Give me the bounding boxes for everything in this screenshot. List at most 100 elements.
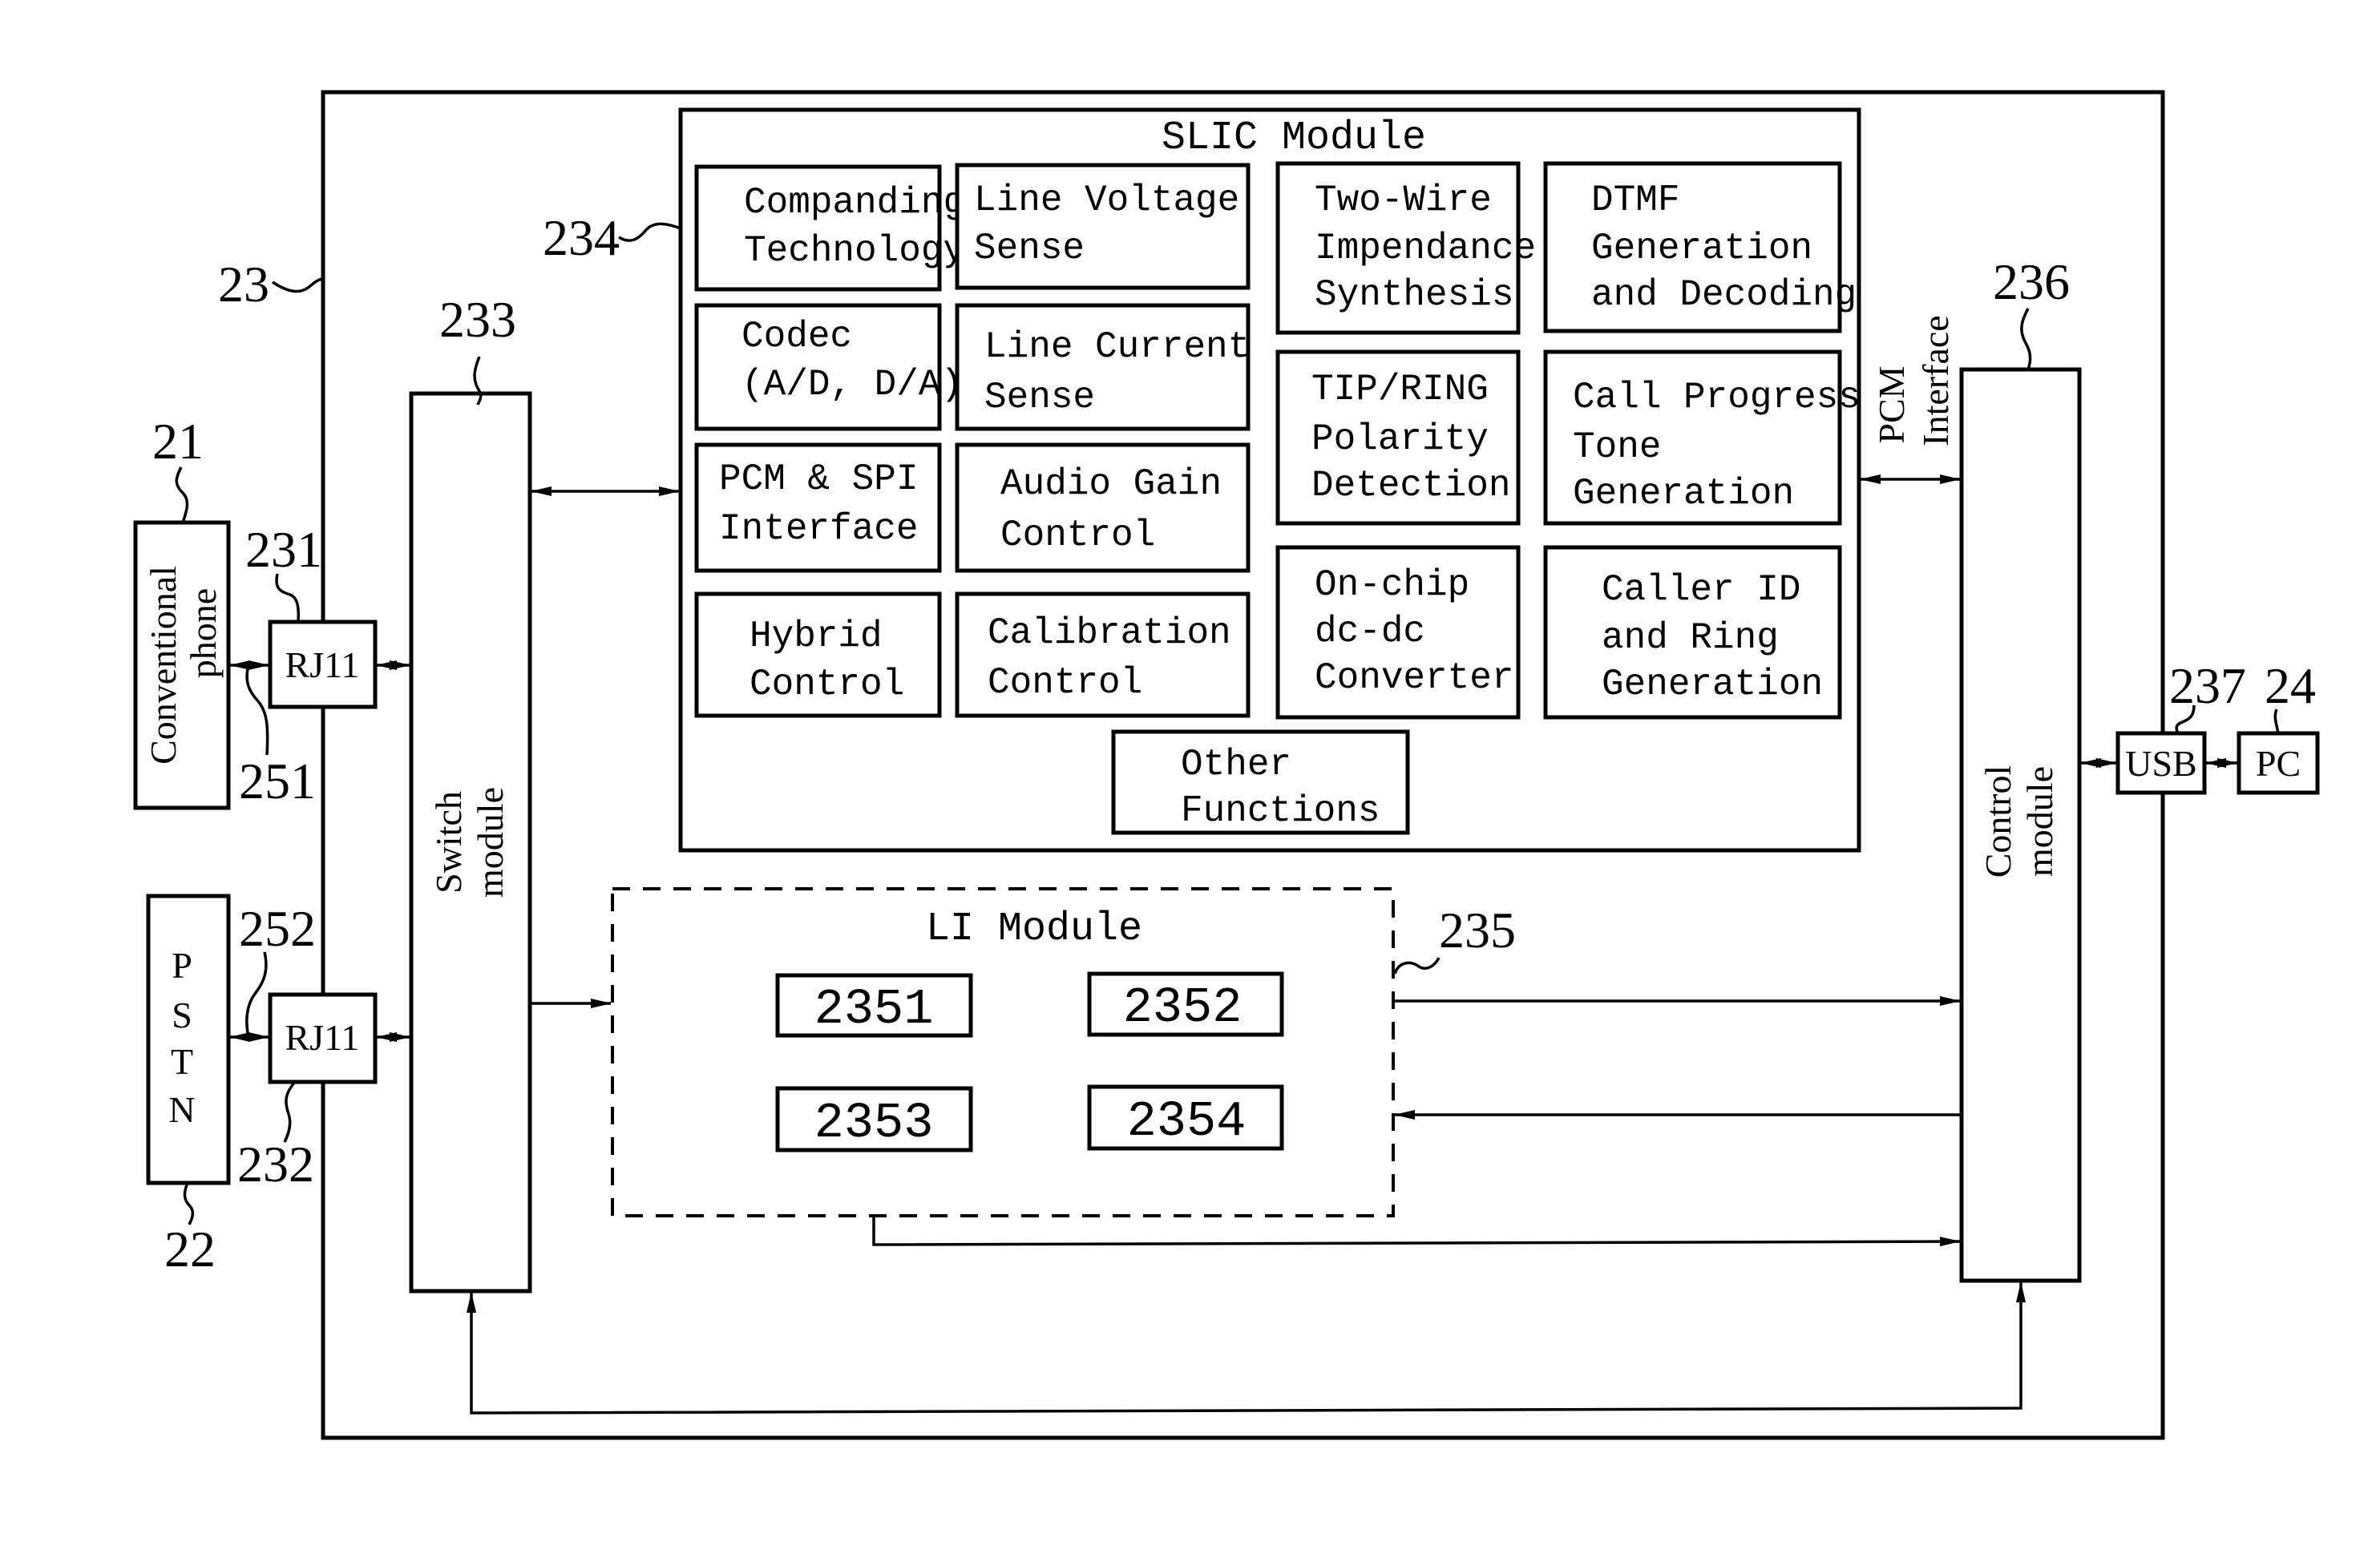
device-ref-label: 23 [218,256,269,313]
slic-function-label-line: Two-Wire [1315,180,1492,221]
slic-function-two-wire: Two-Wire Impendance Synthesis [1275,161,1536,335]
slic-function-label-line: PCM & SPI [719,458,918,500]
slic-function-label-line: Calibration [988,612,1231,654]
slic-function-label-line: Impendance [1315,228,1536,269]
svg-text:Switch: Switch [428,791,469,894]
pstn-ref-leader [183,1182,195,1225]
li-unit-2352-label: 2352 [1123,979,1243,1036]
li-unit-2351-label: 2351 [814,981,934,1038]
svg-text:module: module [470,787,511,898]
slic-function-label-line: Sense [974,228,1085,269]
slic-function-label-line: On-chip [1315,564,1469,606]
slic-function-label-line: Control [1000,515,1155,556]
rj11-top-label: RJ11 [285,644,360,685]
rj11-top-ref-leader [275,573,301,623]
rj11-bottom-label: RJ11 [285,1017,360,1058]
switch-module-label: Switch module [428,787,511,898]
pstn-letter-s: S [172,995,192,1035]
slic-function-label-line: Call Progress [1573,377,1861,418]
slic-function-label-line: TIP/RING [1311,369,1489,410]
slic-function-label-line: Line Current [984,326,1250,368]
slic-function-audio-gain: Audio Gain Control [955,442,1251,573]
pstn-ref-label: 22 [164,1221,216,1277]
slic-function-label-line: and Decoding [1591,274,1857,316]
rj11-bottom-ref-label: 232 [237,1136,314,1193]
slic-function-label-line: (A/D, D/A) [741,364,963,406]
control-ref-leader [2020,308,2032,370]
slic-function-label-line: Audio Gain [1000,463,1222,505]
slic-function-label-line: dc-dc [1315,611,1425,652]
slic-function-label-line: Converter [1315,657,1513,699]
slic-function-label-line: Polarity [1311,418,1489,460]
control-switch-return-line [467,1281,2026,1415]
slic-function-line-voltage: Line Voltage Sense [955,163,1251,290]
svg-text:Interface: Interface [1915,315,1956,446]
line-bottom-ref-leader [245,951,268,1038]
pc-label: PC [2256,743,2301,784]
svg-text:phone: phone [183,588,224,678]
slic-function-dc-dc: On-chip dc-dc Converter [1275,545,1521,720]
slic-function-companding: Companding Technology [694,164,965,292]
slic-function-label-line: Line Voltage [974,180,1239,221]
control-module-label: Control module [1978,765,2060,878]
slic-function-other: Other Functions [1111,729,1410,835]
svg-text:Control: Control [1978,765,2018,878]
slic-function-label-line: Control [750,664,904,705]
li-ref-leader [1393,957,1441,975]
slic-function-label-line: Companding [744,182,965,224]
line-top-ref-label: 251 [239,753,316,809]
slic-function-label-line: Generation [1573,473,1794,515]
rj11-bottom-ref-leader [283,1080,297,1143]
rj11-top-ref-label: 231 [245,521,322,578]
svg-text:Conventional: Conventional [143,566,184,765]
pstn [146,894,231,1185]
slic-function-calibration: Calibration Control [955,591,1251,718]
slic-function-label-line: Sense [984,377,1095,418]
usb-label: USB [2125,743,2196,784]
slic-module-title: SLIC Module [1162,115,1426,161]
slic-function-label-line: Synthesis [1315,274,1513,316]
slic-function-tip-ring: TIP/RING Polarity Detection [1275,349,1521,526]
pc-ref-label: 24 [2265,657,2316,714]
slic-ref-leader [618,222,681,242]
slic-function-label-line: DTMF [1591,180,1679,221]
li-unit-2354-label: 2354 [1127,1093,1247,1150]
switch-ref-label: 233 [439,291,516,348]
slic-function-pcm-spi: PCM & SPI Interface [694,442,942,573]
slic-function-label-line: Technology [744,230,965,272]
svg-text:module: module [2019,766,2060,877]
slic-function-label-line: Interface [719,508,918,550]
slic-function-label-line: Caller ID [1602,569,1800,611]
li-module-title: LI Module [926,906,1142,952]
line-top-ref-leader [245,664,269,756]
slic-function-hybrid: Hybrid Control [694,591,942,718]
li-ref-label: 235 [1439,902,1516,959]
slic-function-label-line: Codec [741,316,852,357]
slic-function-label-line: Generation [1591,228,1812,269]
control-ref-label: 236 [1993,253,2070,310]
slic-function-label-line: Control [988,662,1142,704]
slic-function-label-line: Functions [1181,790,1380,832]
slic-function-label-line: Other [1181,744,1291,785]
line-bottom-ref-label: 252 [239,900,316,957]
slic-function-label-line: Detection [1311,465,1510,507]
slic-function-codec: Codec (A/D, D/A) [694,303,963,431]
usb-ref-label: 237 [2169,657,2246,714]
slic-function-label-line: Generation [1602,664,1823,705]
li-unit-2353-label: 2353 [814,1095,934,1152]
slic-function-dtmf: DTMF Generation and Decoding [1543,161,1857,333]
slic-function-call-progress: Call Progress Tone Generation [1543,349,1861,526]
phone-ref-label: 21 [152,413,204,470]
pstn-letter-p: P [172,945,192,986]
block-diagram: 23 SLIC Module 234 CompandingTechnologyL… [133,90,2320,1440]
pstn-letter-t: T [171,1041,193,1082]
li-bottom-control-arrow [872,1216,1961,1247]
svg-text:PCM: PCM [1871,365,1912,443]
slic-function-label-line: and Ring [1602,617,1779,659]
pstn-letter-n: N [168,1089,195,1130]
slic-function-label-line: Hybrid [750,616,883,657]
slic-ref-label: 234 [543,209,620,266]
slic-function-label-line: Tone [1573,426,1661,468]
pcm-interface-label: PCM Interface [1871,315,1956,446]
phone-ref-leader [175,466,189,523]
